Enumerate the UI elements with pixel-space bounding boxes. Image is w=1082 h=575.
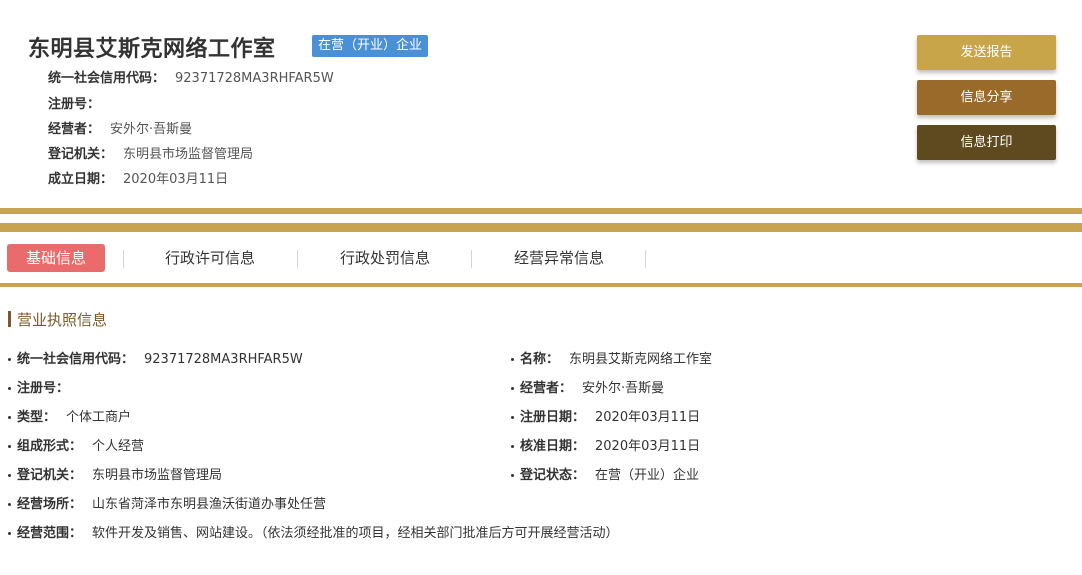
send-report-button[interactable]: 发送报告 bbox=[917, 35, 1056, 70]
meta-row-operator: 经营者： 安外尔·吾斯曼 bbox=[48, 118, 192, 137]
bullet bbox=[511, 416, 514, 419]
tab-basic-info[interactable]: 基础信息 bbox=[7, 244, 105, 272]
info-label: 经营范围： bbox=[17, 526, 83, 541]
section-title-text: 营业执照信息 bbox=[17, 311, 108, 329]
meta-value: 东明县市场监督管理局 bbox=[123, 147, 254, 162]
info-value: 2020年03月11日 bbox=[595, 410, 701, 425]
tab-separator bbox=[123, 250, 124, 268]
meta-value: 92371728MA3RHFAR5W bbox=[175, 71, 334, 86]
info-value: 92371728MA3RHFAR5W bbox=[144, 352, 303, 367]
bullet bbox=[511, 445, 514, 448]
meta-row-authority: 登记机关： 东明县市场监督管理局 bbox=[48, 143, 253, 162]
tab-bar: 基础信息 行政许可信息 行政处罚信息 经营异常信息 bbox=[0, 236, 1082, 282]
info-row-approval-date: 核准日期： 2020年03月11日 bbox=[511, 435, 700, 454]
info-row-form: 组成形式： 个人经营 bbox=[8, 435, 144, 454]
bullet bbox=[511, 474, 514, 477]
section-title: 营业执照信息 bbox=[8, 311, 107, 329]
divider-band bbox=[0, 283, 1082, 287]
status-badge: 在营（开业）企业 bbox=[312, 35, 429, 57]
bullet bbox=[8, 503, 11, 506]
meta-label: 成立日期： bbox=[48, 172, 114, 187]
info-value: 安外尔·吾斯曼 bbox=[582, 381, 665, 396]
meta-label: 登记机关： bbox=[48, 147, 114, 162]
meta-row-reg-number: 注册号： bbox=[48, 93, 110, 112]
info-value: 个体工商户 bbox=[66, 410, 132, 425]
info-row-reg-number: 注册号： bbox=[8, 377, 79, 396]
share-info-button[interactable]: 信息分享 bbox=[917, 80, 1056, 115]
bullet bbox=[8, 416, 11, 419]
info-label: 统一社会信用代码： bbox=[17, 352, 135, 367]
bullet bbox=[8, 358, 11, 361]
info-value: 个人经营 bbox=[92, 439, 145, 454]
info-row-credit-code: 统一社会信用代码： 92371728MA3RHFAR5W bbox=[8, 348, 303, 367]
info-value: 在营（开业）企业 bbox=[595, 468, 700, 483]
info-row-reg-status: 登记状态： 在营（开业）企业 bbox=[511, 464, 699, 483]
info-label: 核准日期： bbox=[520, 439, 586, 454]
info-row-premises: 经营场所： 山东省菏泽市东明县渔沃街道办事处任营 bbox=[8, 493, 326, 512]
info-label: 经营场所： bbox=[17, 497, 83, 512]
info-label: 登记机关： bbox=[17, 468, 83, 483]
info-value: 山东省菏泽市东明县渔沃街道办事处任营 bbox=[92, 497, 327, 512]
divider-band bbox=[0, 223, 1082, 232]
info-row-type: 类型： 个体工商户 bbox=[8, 406, 131, 425]
info-label: 经营者： bbox=[520, 381, 573, 396]
bullet bbox=[8, 445, 11, 448]
tab-admin-penalty[interactable]: 行政处罚信息 bbox=[340, 244, 430, 272]
info-row-name: 名称： 东明县艾斯克网络工作室 bbox=[511, 348, 712, 367]
meta-value: 2020年03月11日 bbox=[123, 172, 229, 187]
info-row-scope: 经营范围： 软件开发及销售、网站建设。（依法须经批准的项目，经相关部门批准后方可开… bbox=[8, 522, 619, 541]
info-value: 东明县市场监督管理局 bbox=[92, 468, 223, 483]
tab-abnormal-operation[interactable]: 经营异常信息 bbox=[514, 244, 604, 272]
bullet bbox=[8, 474, 11, 477]
company-name: 东明县艾斯克网络工作室 bbox=[28, 37, 276, 62]
info-label: 类型： bbox=[17, 410, 57, 425]
section-marker bbox=[8, 311, 11, 327]
print-info-button[interactable]: 信息打印 bbox=[917, 125, 1056, 160]
bullet bbox=[511, 358, 514, 361]
info-value: 东明县艾斯克网络工作室 bbox=[569, 352, 713, 367]
tab-separator bbox=[645, 250, 646, 268]
meta-row-established: 成立日期： 2020年03月11日 bbox=[48, 168, 228, 187]
info-value: 2020年03月11日 bbox=[595, 439, 701, 454]
info-row-operator: 经营者： 安外尔·吾斯曼 bbox=[511, 377, 664, 396]
meta-row-credit-code: 统一社会信用代码： 92371728MA3RHFAR5W bbox=[48, 67, 334, 86]
info-label: 登记状态： bbox=[520, 468, 586, 483]
meta-label: 经营者： bbox=[48, 122, 101, 137]
info-row-authority: 登记机关： 东明县市场监督管理局 bbox=[8, 464, 222, 483]
info-label: 名称： bbox=[520, 352, 560, 367]
meta-value: 安外尔·吾斯曼 bbox=[110, 122, 193, 137]
divider-band bbox=[0, 208, 1082, 214]
bullet bbox=[8, 532, 11, 535]
info-label: 注册号： bbox=[17, 381, 70, 396]
info-label: 注册日期： bbox=[520, 410, 586, 425]
tab-separator bbox=[471, 250, 472, 268]
bullet bbox=[8, 387, 11, 390]
meta-label: 注册号： bbox=[48, 97, 101, 112]
info-value: 软件开发及销售、网站建设。（依法须经批准的项目，经相关部门批准后方可开展经营活动… bbox=[92, 526, 619, 541]
meta-label: 统一社会信用代码： bbox=[48, 71, 166, 86]
info-row-reg-date: 注册日期： 2020年03月11日 bbox=[511, 406, 700, 425]
info-label: 组成形式： bbox=[17, 439, 83, 454]
tab-admin-license[interactable]: 行政许可信息 bbox=[165, 244, 255, 272]
bullet bbox=[511, 387, 514, 390]
tab-separator bbox=[297, 250, 298, 268]
